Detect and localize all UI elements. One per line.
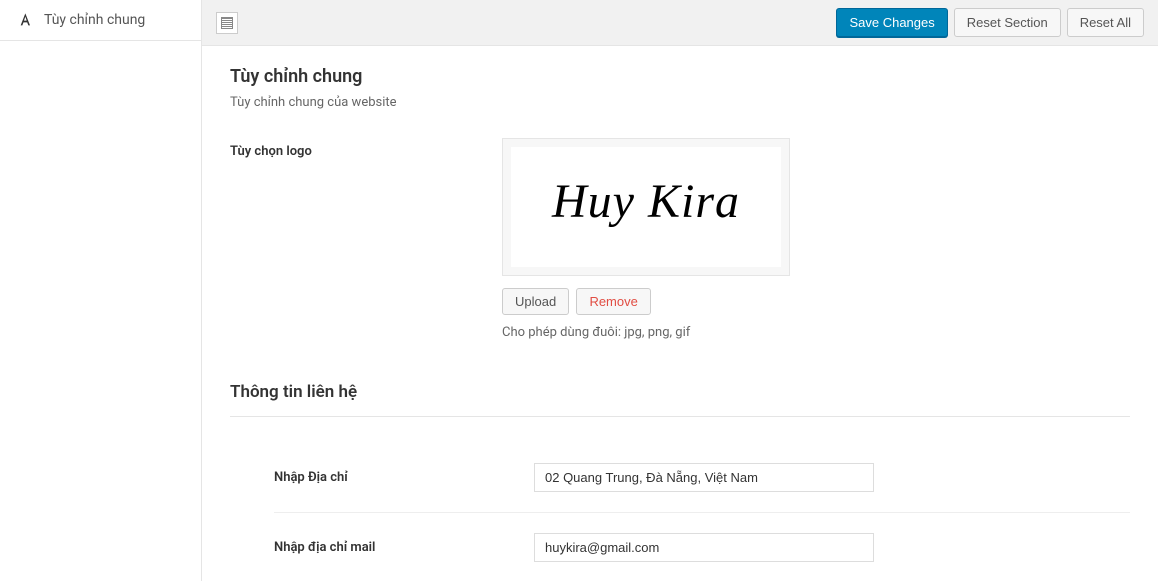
contact-section-title: Thông tin liên hệ xyxy=(230,368,1130,417)
content-area: Tùy chỉnh chung Tùy chỉnh chung của webs… xyxy=(202,46,1158,581)
section-title: Tùy chỉnh chung xyxy=(230,66,1130,87)
main-panel: Save Changes Reset Section Reset All Tùy… xyxy=(202,0,1158,581)
upload-button[interactable]: Upload xyxy=(502,288,569,315)
expand-all-icon[interactable] xyxy=(216,12,238,34)
logo-text: Huy Kira xyxy=(552,174,740,229)
font-icon xyxy=(18,12,34,28)
email-field-label: Nhập địa chỉ mail xyxy=(274,540,375,555)
reset-all-button[interactable]: Reset All xyxy=(1067,8,1144,37)
reset-section-button[interactable]: Reset Section xyxy=(954,8,1061,37)
sidebar: Tùy chỉnh chung xyxy=(0,0,202,581)
logo-preview-box: Huy Kira xyxy=(502,138,790,276)
sidebar-item-general[interactable]: Tùy chỉnh chung xyxy=(0,0,201,41)
logo-control: Huy Kira Upload Remove Cho phép dùng đuô… xyxy=(502,138,1130,340)
address-field-row: Nhập Địa chỉ xyxy=(274,443,1130,513)
address-field-label: Nhập Địa chỉ xyxy=(274,470,348,485)
topbar: Save Changes Reset Section Reset All xyxy=(202,0,1158,46)
save-changes-button[interactable]: Save Changes xyxy=(836,8,947,37)
logo-field-label: Tùy chọn logo xyxy=(230,144,312,159)
logo-field-row: Tùy chọn logo Huy Kira Upload Remove Cho… xyxy=(230,138,1130,340)
address-input[interactable] xyxy=(534,463,874,492)
email-field-row: Nhập địa chỉ mail xyxy=(274,513,1130,581)
sidebar-item-label: Tùy chỉnh chung xyxy=(44,12,145,28)
logo-helper-text: Cho phép dùng đuôi: jpg, png, gif xyxy=(502,325,1130,340)
section-desc: Tùy chỉnh chung của website xyxy=(230,95,1130,110)
logo-image: Huy Kira xyxy=(511,147,781,267)
email-input[interactable] xyxy=(534,533,874,562)
remove-button[interactable]: Remove xyxy=(576,288,650,315)
contact-fields: Nhập Địa chỉ Nhập địa chỉ mail xyxy=(230,443,1130,581)
app-container: Tùy chỉnh chung Save Changes Reset Secti… xyxy=(0,0,1158,581)
